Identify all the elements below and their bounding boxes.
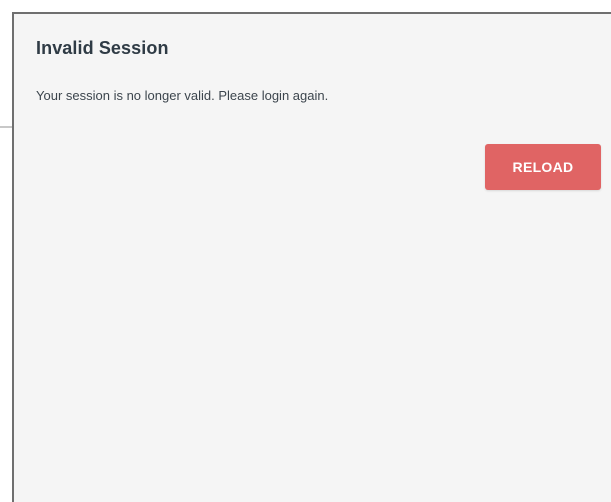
reload-button[interactable]: RELOAD	[485, 144, 601, 190]
dialog-title: Invalid Session	[36, 38, 169, 58]
dialog-message: Your session is no longer valid. Please …	[36, 88, 329, 103]
invalid-session-dialog: Invalid Session Your session is no longe…	[12, 12, 611, 502]
backdrop-divider	[0, 126, 12, 128]
